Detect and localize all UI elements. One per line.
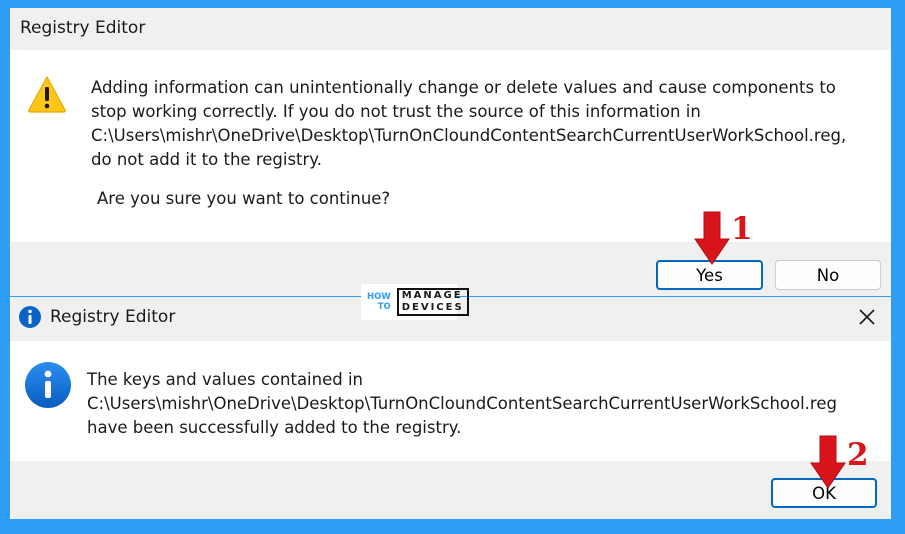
logo-how-to: HOW TO	[367, 292, 391, 312]
success-message-line: C:\Users\mishr\OneDrive\Desktop\TurnOnCl…	[87, 394, 837, 413]
logo-text: TO	[377, 302, 391, 312]
success-message-line: The keys and values contained in	[87, 370, 364, 389]
confirm-message-line: do not add it to the registry.	[91, 150, 322, 169]
info-small-icon	[19, 306, 41, 328]
success-dialog-content: The keys and values contained in C:\User…	[10, 341, 891, 461]
confirm-message-line: C:\Users\mishr\OneDrive\Desktop\TurnOnCl…	[91, 126, 847, 145]
success-message-line: have been successfully added to the regi…	[87, 418, 462, 437]
howto-manage-devices-logo: HOW TO MANAGE DEVICES	[361, 284, 469, 320]
confirm-dialog-title: Registry Editor	[20, 18, 146, 38]
logo-text: HOW	[367, 292, 391, 302]
confirm-dialog-content: Adding information can unintentionally c…	[10, 50, 891, 242]
confirm-message-line: Adding information can unintentionally c…	[91, 78, 836, 97]
logo-text: MANAGE	[401, 290, 463, 301]
confirm-question: Are you sure you want to continue?	[97, 189, 391, 208]
confirm-dialog-titlebar[interactable]: Registry Editor	[10, 8, 891, 48]
step-1-label: 1	[731, 211, 753, 247]
success-message: The keys and values contained in C:\User…	[87, 368, 837, 440]
confirm-message: Adding information can unintentionally c…	[91, 76, 846, 211]
confirm-dialog: Registry Editor Adding information can u…	[10, 8, 891, 296]
down-arrow-icon	[810, 435, 846, 489]
step-2-label: 2	[847, 437, 869, 473]
warning-icon	[28, 76, 66, 113]
success-dialog-title: Registry Editor	[50, 307, 176, 327]
no-button[interactable]: No	[775, 260, 881, 290]
close-icon[interactable]	[853, 303, 881, 331]
down-arrow-icon	[694, 211, 730, 265]
info-icon	[25, 362, 71, 408]
confirm-message-line: stop working correctly. If you do not tr…	[91, 102, 701, 121]
logo-text: DEVICES	[401, 302, 464, 313]
success-dialog: Registry Editor The keys and values cont…	[10, 297, 891, 519]
logo-box: MANAGE DEVICES	[396, 288, 469, 316]
